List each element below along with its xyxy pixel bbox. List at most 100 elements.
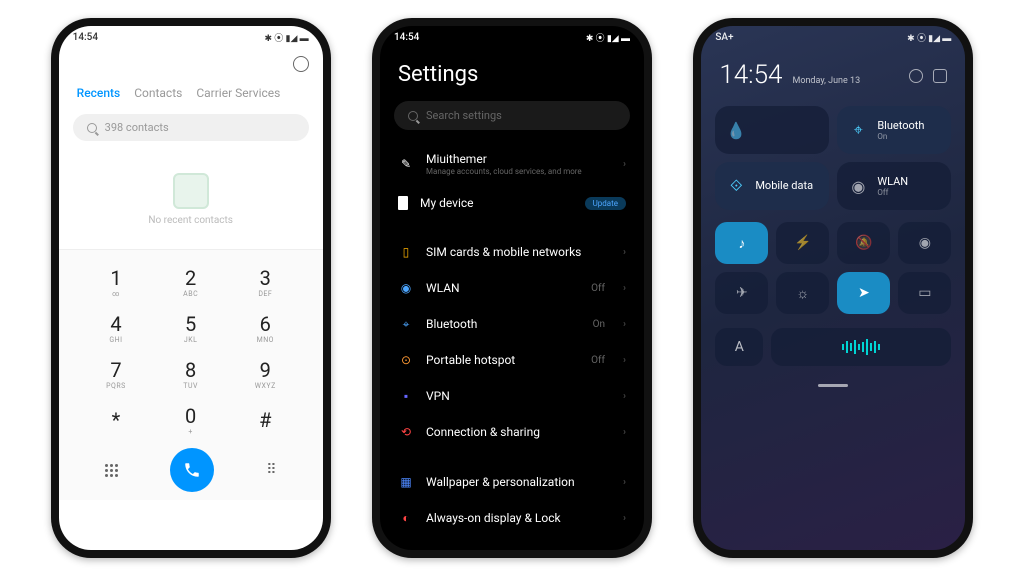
search-input[interactable]: Search settings — [394, 101, 630, 130]
tab-recents[interactable]: Recents — [77, 86, 121, 100]
dial-key-3[interactable]: 3DEF — [235, 260, 295, 304]
wallpaper-icon: ▦ — [398, 474, 414, 490]
phone-settings: 14:54 ✱ ⦿ ▮◢ ▬ Settings Search settings … — [372, 18, 652, 558]
chevron-right-icon: › — [623, 319, 626, 330]
update-badge: Update — [585, 197, 626, 210]
cc-toggle-plane[interactable]: ✈ — [715, 272, 768, 314]
font-size-tile[interactable]: A — [715, 328, 763, 366]
account-item[interactable]: ✎ Miuithemer Manage accounts, cloud serv… — [398, 142, 626, 186]
dial-key-7[interactable]: 7PQRS — [86, 352, 146, 396]
call-button[interactable] — [170, 448, 214, 492]
dial-key-1[interactable]: 1∞ — [86, 260, 146, 304]
dial-key-4[interactable]: 4GHI — [86, 306, 146, 350]
dial-key-*[interactable]: * — [86, 398, 146, 442]
empty-icon — [173, 173, 209, 209]
dial-key-0[interactable]: 0+ — [161, 398, 221, 442]
sim-icon: ▯ — [398, 244, 414, 260]
search-placeholder: 398 contacts — [105, 121, 169, 134]
cc-tile-wifi[interactable]: ◉ WLANOff — [837, 162, 951, 210]
chevron-right-icon: › — [623, 355, 626, 366]
status-time: 14:54 — [73, 32, 98, 43]
camera-icon: ◉ — [919, 235, 931, 251]
cc-toggle-dnd[interactable]: 🔕 — [837, 222, 890, 264]
drag-handle[interactable] — [818, 384, 848, 387]
account-name: Miuithemer — [426, 152, 605, 166]
cc-toggle-bright[interactable]: ☼ — [776, 272, 829, 314]
edit-icon[interactable] — [933, 69, 947, 83]
phone-icon — [183, 461, 201, 479]
settings-icon[interactable] — [909, 69, 923, 83]
search-input[interactable]: 398 contacts — [73, 114, 309, 141]
account-sub: Manage accounts, cloud services, and mor… — [426, 167, 605, 176]
status-time: 14:54 — [394, 32, 419, 43]
flash-icon: ⚡ — [794, 235, 811, 251]
settings-wifi[interactable]: ◉ WLAN Off › — [398, 270, 626, 306]
chevron-right-icon: › — [623, 391, 626, 402]
pen-icon: ✎ — [398, 156, 414, 172]
hotspot-icon: ⊙ — [398, 352, 414, 368]
phone-control-center: SA+ ✱ ⦿ ▮◢ ▬ 14:54 Monday, June 13 💧 ⌖ B… — [693, 18, 973, 558]
cc-date: Monday, June 13 — [792, 76, 899, 86]
chevron-right-icon: › — [623, 247, 626, 258]
status-icons: ✱ ⦿ ▮◢ ▬ — [586, 31, 630, 44]
device-label: My device — [420, 196, 573, 210]
dial-key-6[interactable]: 6MNO — [235, 306, 295, 350]
cc-tiles: 💧 ⌖ BluetoothOn⟐ Mobile data◉ WLANOff — [701, 100, 965, 216]
device-icon — [398, 196, 408, 210]
bright-icon: ☼ — [796, 285, 809, 302]
settings-aod[interactable]: ◐ Always-on display & Lock › — [398, 500, 626, 536]
menu-button[interactable] — [105, 464, 118, 477]
dial-key-2[interactable]: 2ABC — [161, 260, 221, 304]
chevron-right-icon: › — [623, 283, 626, 294]
cc-time: 14:54 — [719, 60, 782, 90]
tab-contacts[interactable]: Contacts — [134, 86, 182, 100]
cc-toggle-location[interactable]: ➤ — [837, 272, 890, 314]
settings-hotspot[interactable]: ⊙ Portable hotspot Off › — [398, 342, 626, 378]
settings-share[interactable]: ⟲ Connection & sharing › — [398, 414, 626, 450]
cc-tile-water[interactable]: 💧 — [715, 106, 829, 154]
dial-key-#[interactable]: # — [235, 398, 295, 442]
cc-toggle-camera[interactable]: ◉ — [898, 222, 951, 264]
status-carrier: SA+ — [715, 32, 733, 43]
search-placeholder: Search settings — [426, 109, 502, 122]
bt-icon: ⌖ — [849, 121, 867, 139]
search-icon — [408, 111, 418, 121]
read-icon: ▭ — [918, 285, 931, 301]
status-bar: 14:54 ✱ ⦿ ▮◢ ▬ — [380, 26, 644, 48]
sound-icon: ♪ — [738, 235, 745, 252]
media-tile[interactable] — [771, 328, 951, 366]
wifi-icon: ◉ — [398, 280, 414, 296]
wifi-icon: ◉ — [849, 177, 867, 195]
my-device-item[interactable]: My device Update — [398, 186, 626, 220]
dial-key-5[interactable]: 5JKL — [161, 306, 221, 350]
cc-toggle-flash[interactable]: ⚡ — [776, 222, 829, 264]
status-bar: SA+ ✱ ⦿ ▮◢ ▬ — [701, 26, 965, 48]
cc-tile-bt[interactable]: ⌖ BluetoothOn — [837, 106, 951, 154]
empty-text: No recent contacts — [148, 215, 233, 226]
status-icons: ✱ ⦿ ▮◢ ▬ — [265, 31, 309, 44]
dial-key-8[interactable]: 8TUV — [161, 352, 221, 396]
chevron-right-icon: › — [623, 513, 626, 524]
settings-bt[interactable]: ⌖ Bluetooth On › — [398, 306, 626, 342]
page-title: Settings — [380, 48, 644, 97]
share-icon: ⟲ — [398, 424, 414, 440]
chevron-right-icon: › — [623, 427, 626, 438]
cc-tile-data[interactable]: ⟐ Mobile data — [715, 162, 829, 210]
cc-toggle-read[interactable]: ▭ — [898, 272, 951, 314]
cc-toggle-sound[interactable]: ♪ — [715, 222, 768, 264]
status-icons: ✱ ⦿ ▮◢ ▬ — [907, 31, 951, 44]
settings-wallpaper[interactable]: ▦ Wallpaper & personalization › — [398, 464, 626, 500]
search-icon — [87, 123, 97, 133]
vpn-icon: ▪ — [398, 388, 414, 404]
chevron-right-icon: › — [623, 159, 626, 170]
dial-key-9[interactable]: 9WXYZ — [235, 352, 295, 396]
dnd-icon: 🔕 — [855, 235, 872, 251]
settings-vpn[interactable]: ▪ VPN › — [398, 378, 626, 414]
data-icon: ⟐ — [727, 177, 745, 195]
bt-icon: ⌖ — [398, 316, 414, 332]
tab-carrier[interactable]: Carrier Services — [196, 86, 280, 100]
settings-sim[interactable]: ▯ SIM cards & mobile networks › — [398, 234, 626, 270]
dialpad-toggle-button[interactable]: ⠿ — [266, 462, 276, 478]
settings-icon[interactable] — [293, 56, 309, 72]
status-bar: 14:54 ✱ ⦿ ▮◢ ▬ — [59, 26, 323, 48]
